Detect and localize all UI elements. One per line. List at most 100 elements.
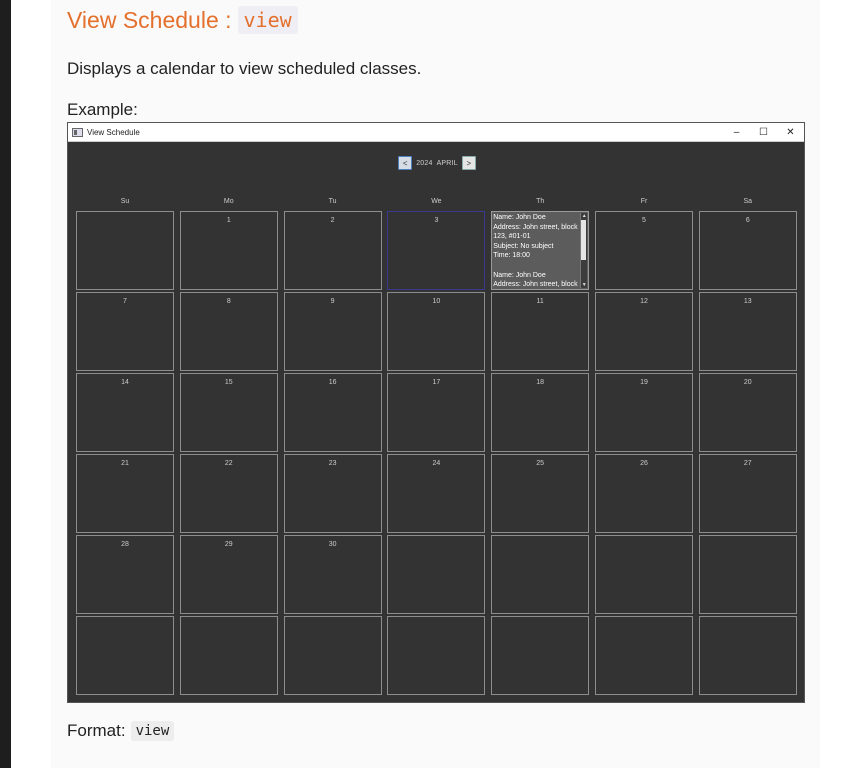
calendar-day-cell[interactable] [698,616,797,695]
day-number: 14 [121,379,129,386]
event-details: Name: John Doe Address: John street, blo… [493,214,578,289]
weekday-label: Mo [223,198,234,205]
year-label: 2024 [416,159,433,167]
view-schedule-window: View Schedule – ☐ ✕ < 2024 APRIL > Su Mo T… [67,122,805,703]
calendar-day-cell[interactable]: 5 [595,211,693,290]
calendar-day-cell[interactable]: 25 [491,454,590,533]
calendar-day-cell[interactable]: 17 [387,373,486,452]
calendar-day-cell[interactable] [179,616,278,695]
example-label: Example: [67,100,138,119]
format-label: Format: [67,721,126,740]
day-number: 10 [432,298,441,305]
next-month-button[interactable]: > [461,156,476,170]
calendar-day-cell[interactable]: 13 [698,292,797,371]
calendar-day-cell[interactable]: 19 [595,373,693,452]
page-title: View Schedule : view [67,6,298,34]
calendar-day-cell[interactable] [595,616,693,695]
calendar-day-cell[interactable]: 15 [179,373,278,452]
weekday-label: Th [536,198,545,205]
month-label: APRIL [436,159,458,167]
day-number: 27 [743,460,752,467]
month-navigation: < 2024 APRIL > [68,156,806,170]
calendar-day-cell[interactable] [76,616,174,695]
calendar-day-cell[interactable]: 22 [179,454,278,533]
format-line: Format: view [67,721,175,741]
day-number: 3 [434,217,439,224]
calendar-day-cell[interactable]: 23 [283,454,382,533]
calendar-day-cell[interactable]: 12 [595,292,693,371]
scroll-down-icon[interactable]: ▼ [581,282,587,288]
weekday-label: Fr [640,198,648,205]
command-code: view [237,6,298,34]
calendar-day-cell[interactable]: 7 [76,292,174,371]
scroll-thumb[interactable] [581,220,587,260]
day-number: 28 [121,541,129,548]
calendar-day-cell[interactable]: 20 [698,373,797,452]
calendar-day-cell[interactable]: 2 [283,211,382,290]
day-number: 11 [536,298,544,305]
calendar-day-cell[interactable]: 27 [698,454,797,533]
day-number: 16 [328,379,337,386]
day-number: 5 [642,217,646,224]
format-command-code: view [130,721,175,741]
calendar-day-cell[interactable]: 28 [76,535,174,614]
calendar-day-cell[interactable] [387,535,486,614]
calendar-day-cell[interactable]: Name: John Doe Address: John street, blo… [491,211,590,290]
calendar-day-cell[interactable]: 21 [76,454,174,533]
prev-month-button[interactable]: < [398,156,413,170]
app-window-icon [72,127,83,137]
weekday-label: We [431,198,442,205]
calendar-day-cell[interactable]: 29 [179,535,278,614]
calendar-day-cell[interactable]: 14 [76,373,174,452]
calendar-day-cell[interactable] [491,535,590,614]
day-number: 9 [330,298,335,305]
day-number: 15 [224,379,233,386]
weekday-label: Sa [743,198,753,205]
calendar-day-cell[interactable] [76,211,174,290]
day-number: 26 [640,460,648,467]
day-number: 6 [745,217,750,224]
day-number: 25 [536,460,545,467]
calendar-day-cell[interactable]: 16 [283,373,382,452]
calendar-day-cell[interactable]: 30 [283,535,382,614]
window-title: View Schedule [87,127,140,137]
calendar-day-cell[interactable]: 6 [698,211,797,290]
day-number: 13 [743,298,752,305]
calendar-day-cell[interactable]: 9 [283,292,382,371]
weekday-header: Su Mo Tu We Th Fr Sa [76,198,798,208]
calendar-day-cell[interactable]: 18 [491,373,590,452]
calendar-day-cell[interactable] [595,535,693,614]
calendar-day-cell[interactable] [387,616,486,695]
calendar-day-cell[interactable] [698,535,797,614]
maximize-button[interactable]: ☐ [750,123,777,141]
window-titlebar: View Schedule – ☐ ✕ [68,123,804,142]
day-number: 18 [536,379,545,386]
calendar-day-cell[interactable]: 10 [387,292,486,371]
calendar-day-cell[interactable]: 11 [491,292,590,371]
close-button[interactable]: ✕ [777,123,804,141]
day-number: 2 [330,217,335,224]
calendar-day-cell[interactable]: 24 [387,454,486,533]
calendar-day-cell[interactable] [283,616,382,695]
calendar-day-cell[interactable] [491,616,590,695]
minimize-button[interactable]: – [723,123,750,141]
day-number: 12 [640,298,648,305]
day-number: 23 [328,460,337,467]
day-number: 17 [432,379,441,386]
description-text: Displays a calendar to view scheduled cl… [67,59,422,78]
calendar-day-cell[interactable]: 26 [595,454,693,533]
day-number: 8 [226,298,231,305]
calendar-day-cell[interactable]: 1 [179,211,278,290]
day-number: 21 [121,460,129,467]
event-scrollbar[interactable]: ▲ ▼ [580,213,588,288]
day-number: 29 [224,541,233,548]
scroll-up-icon[interactable]: ▲ [581,213,587,219]
day-number: 19 [640,379,648,386]
editor-left-bar [0,0,11,768]
calendar-day-cell[interactable]: 3 [387,211,486,290]
day-number: 24 [432,460,441,467]
title-text: View Schedule : [67,6,232,33]
window-controls: – ☐ ✕ [723,123,804,141]
day-number: 7 [123,298,127,305]
calendar-day-cell[interactable]: 8 [179,292,278,371]
